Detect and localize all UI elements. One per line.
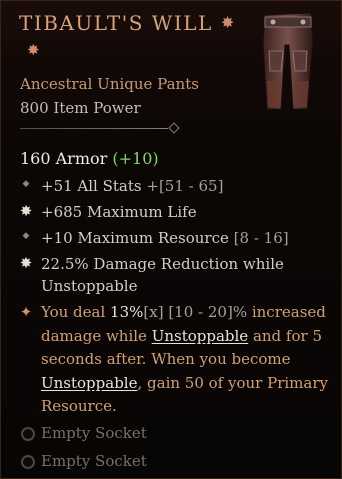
- item-name: TIBAULT'S WILL: [19, 11, 213, 35]
- unique-power-text: You deal 13%[x] [10 - 20]% increased dam…: [41, 301, 333, 419]
- armor-bonus: (+10): [112, 149, 159, 168]
- armor-base: 160 Armor: [20, 149, 108, 168]
- affix-range: [8 - 16]: [233, 229, 289, 247]
- affix-text: +10 Maximum Resource: [41, 229, 229, 247]
- item-tooltip: TIBAULT'S WILL ✸ ✸ Ancestral Unique Pant…: [0, 0, 342, 479]
- aspect-roll-marker: [x]: [143, 303, 164, 321]
- armor-value: 160 Armor (+10): [20, 149, 159, 168]
- keyword-unstoppable[interactable]: Unstoppable: [152, 327, 248, 345]
- aspect-text: You deal: [41, 303, 111, 321]
- item-type: Ancestral Unique Pants: [20, 75, 199, 93]
- keyword-unstoppable[interactable]: Unstoppable: [41, 374, 137, 392]
- affix-range: +[51 - 65]: [146, 177, 224, 195]
- star-icon: ✸: [19, 254, 33, 272]
- affix-text: +51 All Stats: [41, 177, 142, 195]
- affix-maximum-life: +685 Maximum Life: [41, 201, 333, 223]
- aspect-value: 13%: [110, 303, 144, 321]
- star-icon: ✸: [19, 202, 33, 220]
- affix-text: +685 Maximum Life: [41, 203, 197, 221]
- affix-all-stats: +51 All Stats +[51 - 65]: [41, 175, 333, 197]
- empty-socket-label: Empty Socket: [41, 424, 147, 442]
- item-power: 800 Item Power: [20, 99, 141, 117]
- affix-text: 22.5% Damage Reduction while: [41, 255, 284, 273]
- socket-icon: [21, 455, 35, 469]
- diamond-icon: ◆: [22, 179, 30, 189]
- socket-icon: [21, 427, 35, 441]
- unique-rune-icon: ✸: [220, 13, 235, 32]
- empty-socket-label: Empty Socket: [41, 452, 147, 470]
- pants-item-icon: [262, 12, 314, 110]
- unique-rune-icon: ✸: [27, 41, 40, 59]
- unique-rune-icon: ✦: [19, 303, 33, 321]
- divider-diamond-icon: [168, 122, 180, 134]
- aspect-range: [10 - 20]%: [163, 303, 248, 321]
- item-title-row: TIBAULT'S WILL ✸: [19, 11, 234, 35]
- affix-damage-reduction: 22.5% Damage Reduction while Unstoppable: [41, 253, 333, 297]
- affix-maximum-resource: +10 Maximum Resource [8 - 16]: [41, 227, 333, 249]
- diamond-icon: ◆: [22, 231, 30, 241]
- divider: [20, 122, 180, 134]
- affix-text-line2: Unstoppable: [41, 277, 138, 295]
